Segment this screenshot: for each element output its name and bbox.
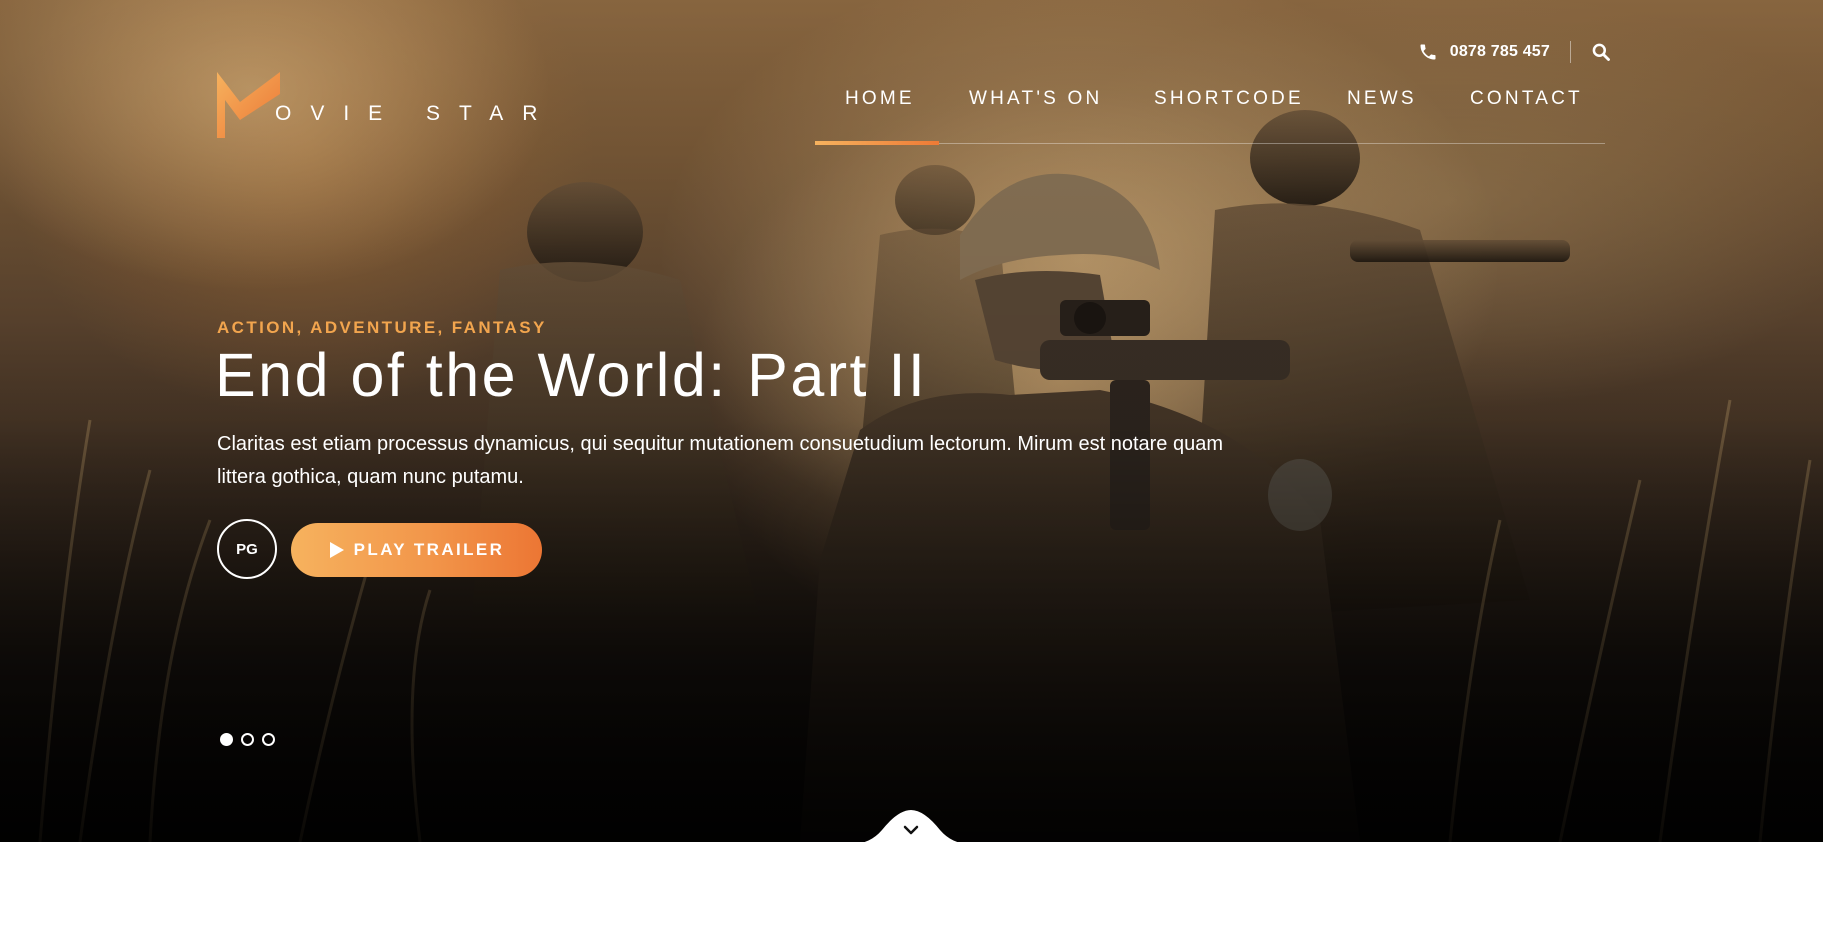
phone-icon [1418,42,1438,62]
rating-badge: PG [217,519,277,579]
logo[interactable]: OVIE STAR [217,72,537,138]
nav-item-shortcode[interactable]: SHORTCODE [1154,88,1304,110]
hero-banner: OVIE STAR 0878 785 457 HOME WHAT'S ON SH… [0,0,1823,842]
phone-number[interactable]: 0878 785 457 [1450,43,1550,61]
nav-item-news[interactable]: NEWS [1347,88,1417,110]
topbar-divider [1570,41,1571,63]
top-bar: 0878 785 457 [1418,38,1611,66]
slider-dot-3[interactable] [262,733,275,746]
chevron-down-icon [902,824,920,836]
play-icon [329,541,345,559]
scroll-down-button[interactable] [852,808,970,844]
slider-dots [220,733,275,746]
search-icon[interactable] [1591,42,1611,62]
logo-m-icon [217,72,280,138]
slider-dot-2[interactable] [241,733,254,746]
nav-item-whats-on[interactable]: WHAT'S ON [969,88,1102,110]
play-trailer-button[interactable]: PLAY TRAILER [291,523,542,577]
nav-item-home[interactable]: HOME [845,88,915,110]
movie-genres: ACTION, ADVENTURE, FANTASY [217,318,547,337]
nav-active-indicator [815,141,939,145]
main-nav: HOME WHAT'S ON SHORTCODE NEWS CONTACT [815,84,1605,145]
nav-item-contact[interactable]: CONTACT [1470,88,1583,110]
slider-dot-1[interactable] [220,733,233,746]
play-trailer-label: PLAY TRAILER [353,540,505,559]
logo-text: OVIE STAR [275,102,557,125]
page: OVIE STAR 0878 785 457 HOME WHAT'S ON SH… [0,0,1823,952]
movie-title: End of the World: Part II [215,341,928,409]
movie-description: Claritas est etiam processus dynamicus, … [217,433,1223,488]
